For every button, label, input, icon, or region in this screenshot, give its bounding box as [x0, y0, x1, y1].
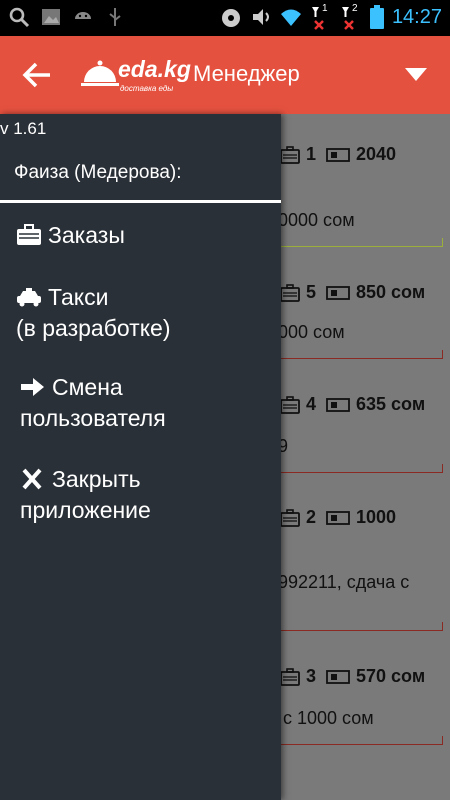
app-version: v 1.61	[0, 119, 47, 138]
order-status-tick	[442, 622, 443, 630]
order-status-tick	[442, 350, 443, 358]
money-icon	[326, 669, 350, 684]
drawer-divider	[0, 200, 281, 203]
sim-2-label: 2	[351, 3, 358, 14]
menu-sublabel: пользователя	[20, 405, 166, 431]
taxi-icon	[17, 288, 41, 307]
order-count: 3	[306, 666, 317, 686]
menu-label: Закрыть	[52, 466, 141, 492]
money-icon	[326, 147, 350, 162]
app-bar: eda.kg доставка еды Менеджер	[0, 36, 450, 114]
money-icon	[326, 397, 350, 412]
logo-text: eda.kg	[118, 56, 191, 82]
close-icon	[22, 468, 42, 490]
cloche-icon	[81, 60, 119, 86]
chevron-down-icon[interactable]	[405, 68, 427, 82]
signal-2-icon: 2	[340, 3, 362, 30]
briefcase-icon	[17, 224, 41, 245]
back-arrow-icon[interactable]	[22, 60, 52, 90]
menu-label: Такси	[48, 284, 109, 310]
arrow-right-icon	[21, 378, 44, 396]
briefcase-icon	[280, 667, 300, 686]
money-icon	[326, 285, 350, 300]
signal-1-icon: 1	[310, 3, 332, 30]
order-amount: 850 сом	[356, 282, 426, 302]
menu-item-orders[interactable]: Заказы	[16, 220, 297, 251]
order-status-tick	[442, 464, 443, 472]
menu-sublabel: (в разработке)	[16, 315, 171, 341]
search-icon	[9, 7, 30, 28]
image-icon	[42, 9, 60, 25]
order-count: 2	[306, 507, 317, 527]
battery-icon	[369, 5, 384, 29]
order-amount: 2040	[356, 144, 397, 164]
order-count: 1	[306, 144, 317, 164]
menu-label: Заказы	[48, 222, 125, 248]
order-status-tick	[442, 736, 443, 744]
volume-icon	[252, 9, 269, 25]
order-note: 5992211, сдача с	[268, 572, 410, 592]
order-amount: 570 сом	[356, 666, 426, 686]
usb-icon	[109, 8, 121, 26]
order-count: 5	[306, 282, 317, 302]
sim-1-label: 1	[321, 3, 328, 14]
page-title: Менеджер	[193, 61, 300, 86]
briefcase-icon	[280, 145, 300, 164]
clock: 14:27	[391, 5, 442, 28]
money-icon	[326, 510, 350, 525]
order-count: 4	[306, 394, 317, 414]
menu-label: Смена	[52, 374, 123, 400]
status-bar: 1 2 14:27	[0, 0, 450, 36]
navigation-drawer: v 1.61 Фаиза (Медерова): Заказы Такси (в…	[0, 114, 281, 800]
menu-sublabel: приложение	[20, 497, 151, 523]
menu-item-switch-user[interactable]: Смена пользователя	[20, 372, 301, 434]
menu-item-taxi[interactable]: Такси (в разработке)	[16, 282, 297, 344]
wifi-icon	[280, 9, 301, 26]
logo-subtitle: доставка еды	[120, 84, 174, 93]
order-amount: 1000	[356, 507, 397, 527]
android-icon	[75, 12, 91, 19]
order-status-tick	[442, 238, 443, 246]
user-name: Фаиза (Медерова):	[14, 162, 182, 183]
app-logo: eda.kg доставка еды	[80, 54, 191, 98]
order-note: а с 1000 сом	[268, 708, 374, 728]
menu-item-close-app[interactable]: Закрыть приложение	[20, 464, 301, 526]
satellite-icon	[221, 9, 240, 27]
order-amount: 635 сом	[356, 394, 426, 414]
